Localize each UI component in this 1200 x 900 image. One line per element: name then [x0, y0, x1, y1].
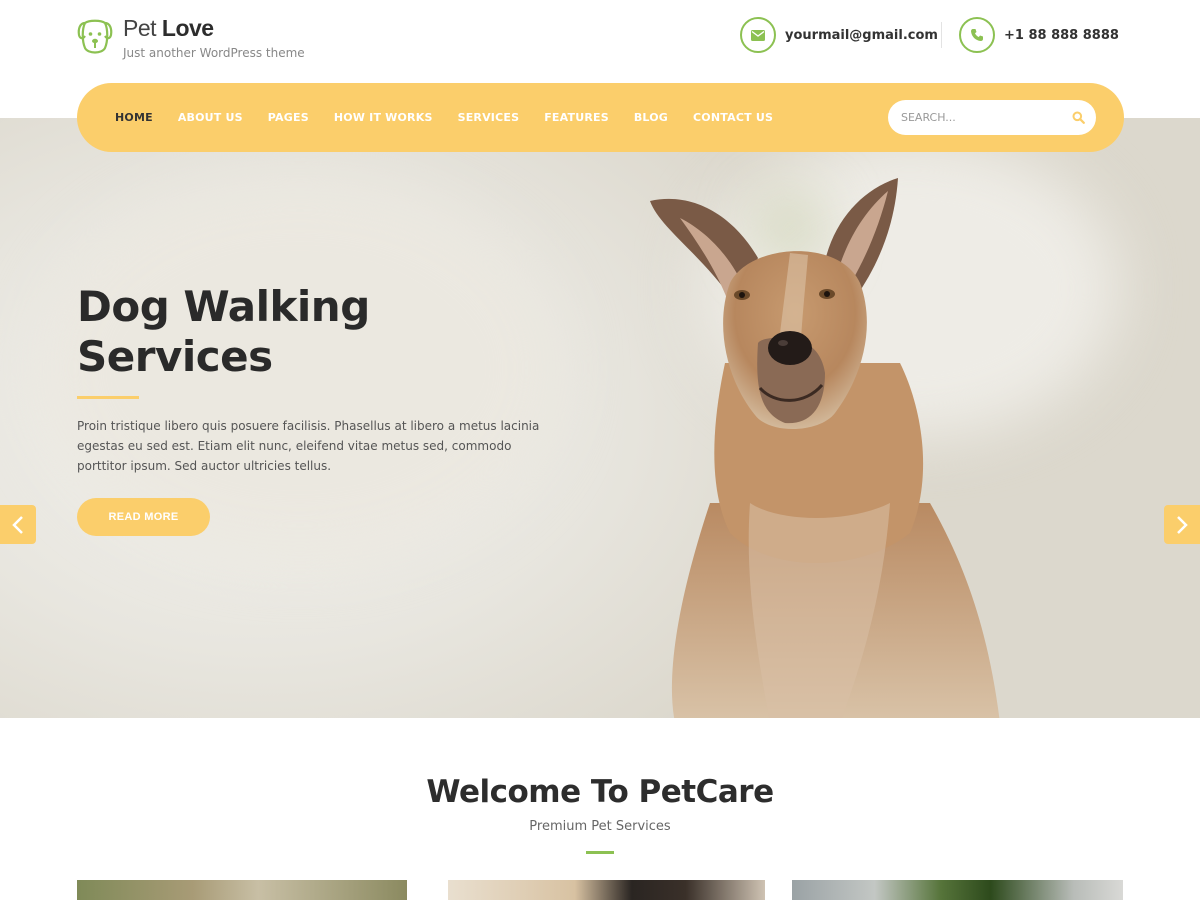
chevron-left-icon	[12, 515, 23, 534]
nav-item-contact-us[interactable]: CONTACT US	[693, 111, 773, 124]
nav-item-services[interactable]: SERVICES	[458, 111, 520, 124]
contact-phone-text: +1 88 888 8888	[1004, 27, 1119, 43]
logo-text: Pet Love Just another WordPress theme	[123, 17, 305, 60]
envelope-icon	[751, 29, 765, 41]
nav-item-features[interactable]: FEATURES	[544, 111, 609, 124]
nav-item-home[interactable]: HOME	[115, 111, 153, 124]
contact-phone[interactable]: +1 88 888 8888	[959, 17, 1119, 53]
dog-photo	[650, 178, 1000, 718]
search-icon[interactable]	[1072, 111, 1085, 124]
site-name-bold: Love	[161, 15, 214, 41]
service-card-image[interactable]	[77, 880, 407, 900]
slider-next-button[interactable]	[1164, 505, 1200, 544]
contact-email[interactable]: yourmail@gmail.com	[740, 17, 938, 53]
welcome-divider	[586, 851, 614, 854]
hero-description: Proin tristique libero quis posuere faci…	[77, 419, 540, 473]
slider-prev-button[interactable]	[0, 505, 36, 544]
welcome-subtitle: Premium Pet Services	[529, 819, 671, 834]
hero-title: Dog Walking Services	[77, 282, 477, 382]
welcome-title: Welcome To PetCare	[426, 774, 774, 810]
search-input[interactable]	[901, 100, 1061, 135]
nav-item-pages[interactable]: PAGES	[268, 111, 309, 124]
phone-icon-circle	[959, 17, 995, 53]
chevron-right-icon	[1177, 515, 1188, 534]
service-card-image[interactable]	[448, 880, 765, 900]
nav-menu: HOME ABOUT US PAGES HOW IT WORKS SERVICE…	[115, 83, 798, 152]
search-box	[888, 100, 1096, 135]
read-more-button[interactable]: READ MORE	[77, 498, 210, 536]
hero-title-line-2: Services	[77, 332, 273, 381]
hero-title-line-1: Dog Walking	[77, 282, 370, 331]
site-logo[interactable]: Pet Love Just another WordPress theme	[77, 17, 305, 59]
nav-item-how-it-works[interactable]: HOW IT WORKS	[334, 111, 433, 124]
site-tagline: Just another WordPress theme	[123, 46, 305, 60]
contact-divider	[941, 22, 942, 48]
main-navigation: HOME ABOUT US PAGES HOW IT WORKS SERVICE…	[77, 83, 1124, 152]
site-name-light: Pet	[123, 15, 157, 41]
envelope-icon-circle	[740, 17, 776, 53]
hero-title-underline	[77, 396, 139, 399]
nav-item-about-us[interactable]: ABOUT US	[178, 111, 243, 124]
service-card-image[interactable]	[792, 880, 1123, 900]
dog-face-icon	[77, 19, 113, 54]
contact-email-text: yourmail@gmail.com	[785, 27, 938, 43]
nav-item-blog[interactable]: BLOG	[634, 111, 668, 124]
site-name: Pet Love	[123, 17, 305, 40]
phone-icon	[971, 29, 983, 41]
